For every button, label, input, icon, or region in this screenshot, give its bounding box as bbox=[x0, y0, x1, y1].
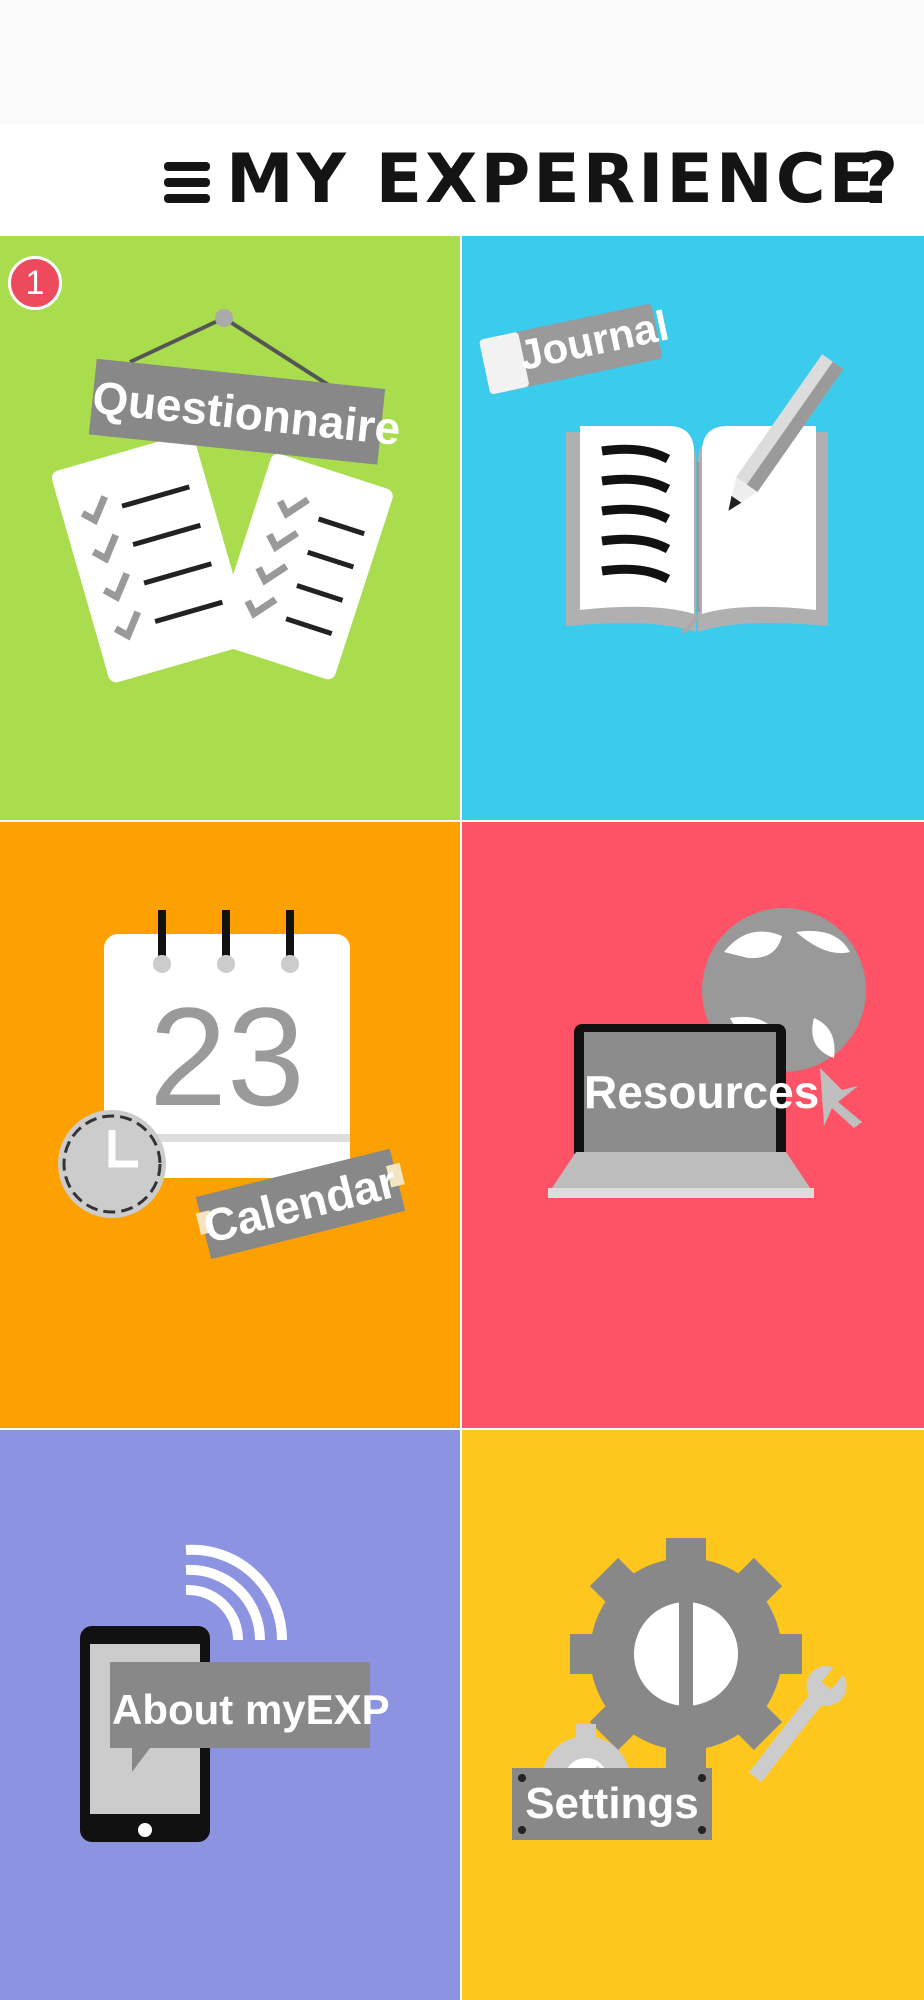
tile-calendar[interactable]: 23 Calendar bbox=[0, 822, 460, 1428]
status-bar bbox=[0, 0, 924, 124]
hamburger-menu-icon[interactable] bbox=[164, 158, 210, 208]
tile-resources-label: Resources bbox=[584, 1066, 820, 1118]
page-title: MY EXPERIENCE bbox=[226, 140, 879, 219]
resources-icon bbox=[548, 908, 866, 1198]
tile-settings[interactable]: Settings bbox=[462, 1430, 924, 2000]
questionnaire-icon bbox=[51, 309, 393, 683]
tile-journal[interactable]: Journal bbox=[462, 236, 924, 820]
notification-badge: 1 bbox=[8, 256, 62, 310]
calendar-date: 23 bbox=[149, 978, 305, 1135]
tile-about-label: About myEXP bbox=[112, 1686, 390, 1733]
tile-questionnaire[interactable]: Questionnaire 1 bbox=[0, 236, 460, 820]
settings-gear-icon bbox=[512, 1538, 847, 1840]
journal-icon bbox=[479, 304, 844, 634]
tile-settings-label: Settings bbox=[525, 1779, 699, 1828]
tile-about[interactable]: About myEXP bbox=[0, 1430, 460, 2000]
tile-resources[interactable]: Resources bbox=[462, 822, 924, 1428]
help-button[interactable]: ? bbox=[848, 134, 908, 224]
